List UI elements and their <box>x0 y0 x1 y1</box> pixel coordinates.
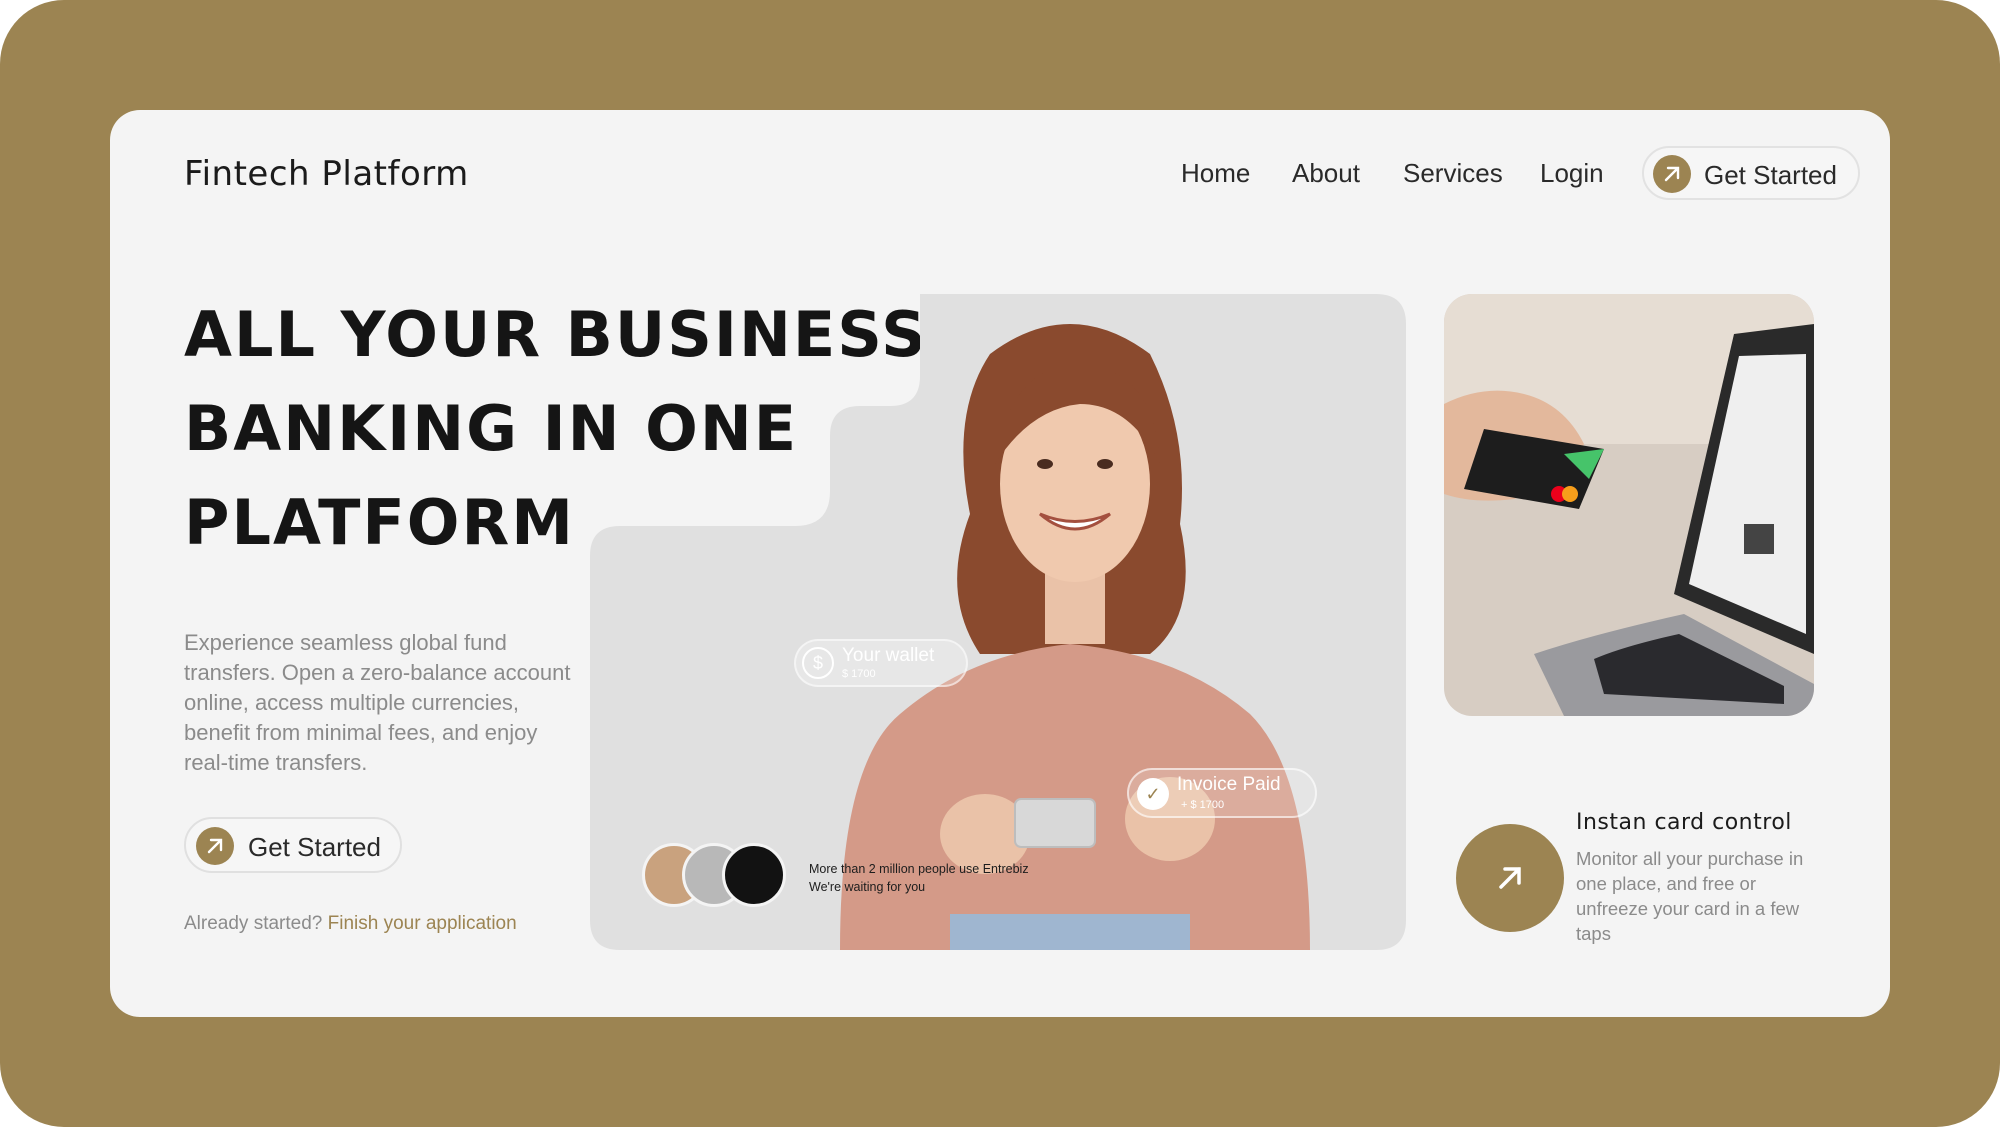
check-icon: ✓ <box>1137 778 1169 810</box>
brand-logo[interactable]: Fintech Platform <box>184 154 469 194</box>
users-count-text: More than 2 million people use Entrebiz … <box>809 862 1029 894</box>
hero-description: Experience seamless global fund transfer… <box>184 630 571 775</box>
nav-services[interactable]: Services <box>1403 158 1503 189</box>
already-started-text: Already started? Finish your application <box>184 913 517 934</box>
card-payment-photo <box>1444 294 1814 716</box>
nav-home[interactable]: Home <box>1181 158 1250 189</box>
hero-get-started-label: Get Started <box>248 832 381 862</box>
dollar-icon: $ <box>802 647 834 679</box>
header-get-started-button[interactable]: Get Started <box>1642 146 1860 200</box>
arrow-up-right-icon <box>1499 867 1521 889</box>
finish-application-link[interactable]: Finish your application <box>328 913 517 934</box>
header-get-started-label: Get Started <box>1704 160 1837 190</box>
invoice-amount: + $ 1700 <box>1181 799 1225 811</box>
wallet-badge: $ Your wallet $ 1700 <box>794 639 968 687</box>
invoice-badge: ✓ Invoice Paid + $ 1700 <box>1127 768 1317 818</box>
feature-title: Instan card control <box>1576 810 1792 835</box>
user-avatars <box>642 843 792 907</box>
feature-description: Monitor all your purchase in one place, … <box>1576 848 1804 944</box>
landing-page: Fintech Platform Home About Services Log… <box>110 110 1890 1017</box>
arrow-up-right-icon <box>1653 155 1691 193</box>
invoice-title: Invoice Paid <box>1177 774 1281 795</box>
avatar <box>722 843 786 907</box>
wallet-amount: $ 1700 <box>842 668 876 680</box>
card-control-button[interactable] <box>1456 824 1564 932</box>
hero-get-started-button[interactable]: Get Started <box>184 817 402 873</box>
wallet-title: Your wallet <box>842 645 935 666</box>
arrow-up-right-icon <box>196 827 234 865</box>
nav-about[interactable]: About <box>1292 158 1360 189</box>
nav-login[interactable]: Login <box>1540 158 1604 189</box>
